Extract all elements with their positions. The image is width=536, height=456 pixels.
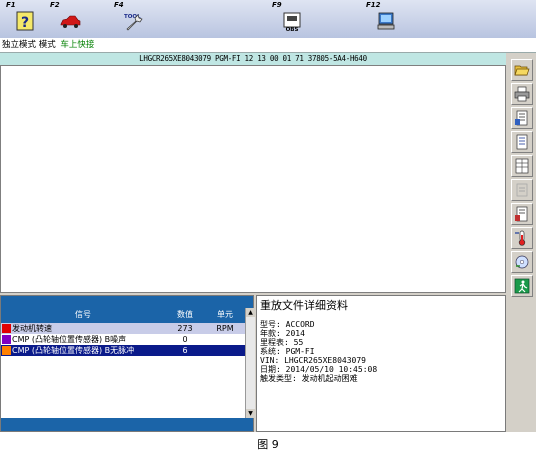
detail-vin: VIN: LHGCR265XE8043079: [260, 356, 366, 365]
right-tool-sidebar: [508, 53, 536, 432]
replay-chart[interactable]: [1, 66, 505, 292]
replay-file-details: 重放文件详细资料 型号: ACCORD 年款: 2014 里程表: 55 系统:…: [256, 295, 506, 432]
signal-name: 发动机转速: [12, 324, 52, 333]
signal-unit: RPM: [216, 324, 234, 333]
signal-value: 0: [182, 335, 188, 344]
mode-text: 独立模式 模式: [2, 40, 56, 50]
table-row[interactable]: 发动机转速 273 RPM: [1, 323, 245, 334]
detail-date: 日期: 2014/05/10 10:45:08: [260, 365, 378, 374]
signal-table-header: 信号 数值 单元: [1, 308, 245, 321]
detail-year: 年款: 2014: [260, 329, 305, 338]
folder-open-icon: [514, 65, 530, 76]
grid-view-button[interactable]: [511, 155, 533, 177]
disabled-tool-button[interactable]: [511, 179, 533, 201]
f1-label: F1: [6, 1, 16, 9]
signal-value: 273: [177, 324, 193, 333]
f9-obd-button[interactable]: F9 OBS: [270, 0, 310, 38]
disabled-icon: [516, 183, 528, 197]
mode-status-bar: 独立模式 模式 车上快接: [0, 38, 536, 53]
document-icon: [516, 134, 528, 150]
f4-tool-button[interactable]: F4 TOOL: [112, 0, 152, 38]
signal-name: CMP (凸轮轴位置传感器) B噪声: [12, 335, 127, 344]
signal-table: 信号 数值 单元 发动机转速 273 RPM CMP (凸轮轴位置传感器) B噪…: [0, 295, 255, 432]
svg-text:OBS: OBS: [286, 27, 299, 32]
printer-icon: [514, 86, 530, 102]
data-list-button[interactable]: [511, 107, 533, 129]
car-icon: [60, 15, 81, 28]
print-screen-icon: [377, 12, 395, 30]
f1-help-button[interactable]: F1 ?: [4, 0, 44, 38]
f2-label: F2: [50, 1, 60, 9]
series-swatch: [2, 324, 11, 333]
series-swatch: [2, 335, 11, 344]
figure-caption: 图 9: [257, 438, 279, 451]
table-scrollbar[interactable]: ▲ ▼: [245, 308, 255, 418]
mode-highlight: 车上快接: [60, 40, 95, 50]
disc-button[interactable]: [511, 251, 533, 273]
tool-icon: TOOL: [124, 14, 143, 31]
f9-label: F9: [272, 1, 282, 9]
exit-icon: [514, 278, 530, 294]
details-title: 重放文件详细资料: [260, 299, 348, 312]
open-file-button[interactable]: [511, 59, 533, 81]
series-swatch: [2, 346, 11, 355]
detail-trigger-type: 触发类型: 发动机起动困难: [260, 374, 358, 383]
f4-label: F4: [114, 1, 124, 9]
signal-name: CMP (凸轮轴位置传感器) B无脉冲: [12, 346, 135, 355]
obd-icon: OBS: [283, 12, 301, 32]
replay-chart-panel[interactable]: [0, 65, 506, 293]
temperature-button[interactable]: [511, 227, 533, 249]
function-key-toolbar: F1 ? F2 F4 TOOL F9 OBS F12: [0, 0, 536, 39]
help-icon: ?: [16, 11, 34, 31]
document-button[interactable]: [511, 131, 533, 153]
f12-label: F12: [366, 1, 381, 9]
header-value: 数值: [177, 310, 193, 319]
disc-icon: [515, 255, 529, 269]
app-window: F1 ? F2 F4 TOOL F9 OBS F12 独立模式 模式 车上快接 …: [0, 0, 536, 432]
table-row-selected[interactable]: CMP (凸轮轴位置传感器) B无脉冲 6: [1, 345, 245, 356]
data-list-icon: [515, 110, 528, 126]
grid-icon: [515, 158, 529, 174]
detail-model: 型号: ACCORD: [260, 320, 315, 329]
bottom-panel: 信号 数值 单元 发动机转速 273 RPM CMP (凸轮轴位置传感器) B噪…: [0, 295, 506, 432]
svg-text:?: ?: [21, 15, 29, 31]
print-button[interactable]: [511, 83, 533, 105]
thermometer-icon: [515, 230, 526, 246]
vehicle-info-bar: LHGCR265XE8043079 PGM-FI 12 13 00 01 71 …: [0, 53, 506, 65]
header-unit: 单元: [217, 310, 233, 319]
f2-vehicle-button[interactable]: F2: [48, 0, 88, 38]
scroll-down-icon[interactable]: ▼: [246, 409, 255, 418]
detail-odometer: 里程表: 55: [260, 338, 304, 347]
detail-system: 系统: PGM-FI: [260, 347, 315, 356]
scroll-up-icon[interactable]: ▲: [246, 308, 255, 317]
f12-capture-button[interactable]: F12: [364, 0, 404, 38]
signal-value: 6: [182, 346, 188, 355]
table-empty-area: [1, 356, 245, 418]
header-signal: 信号: [75, 310, 91, 319]
data-list-2-icon: [515, 206, 528, 222]
table-row[interactable]: CMP (凸轮轴位置传感器) B噪声 0: [1, 334, 245, 345]
data-list-2-button[interactable]: [511, 203, 533, 225]
exit-button[interactable]: [511, 275, 533, 297]
